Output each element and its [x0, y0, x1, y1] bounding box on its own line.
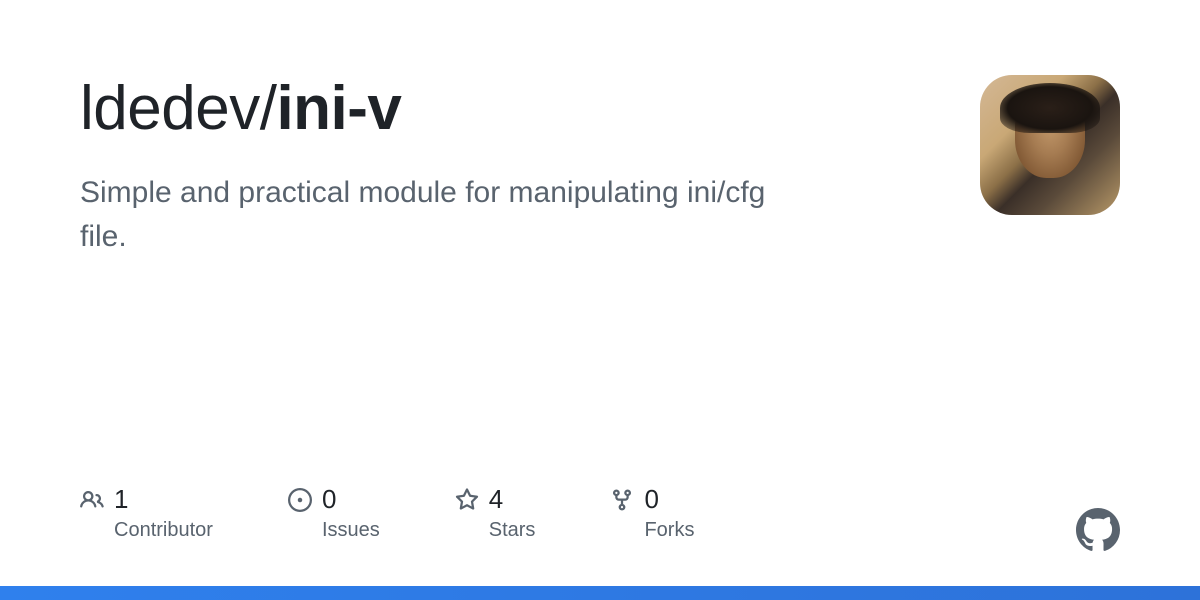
star-icon — [455, 488, 479, 512]
fork-icon — [610, 488, 634, 512]
avatar — [980, 75, 1120, 215]
stats-row: 1 Contributor 0 Issues 4 Stars — [80, 484, 694, 542]
issue-icon — [288, 488, 312, 512]
repo-owner: ldedev — [80, 74, 260, 143]
social-card: ldedev/ini-v Simple and practical module… — [0, 0, 1200, 600]
stat-stars: 4 Stars — [455, 484, 536, 542]
stat-issues: 0 Issues — [288, 484, 380, 542]
people-icon — [80, 488, 104, 512]
header: ldedev/ini-v Simple and practical module… — [80, 75, 1120, 258]
stat-count: 4 — [489, 484, 503, 515]
stat-contributors: 1 Contributor — [80, 484, 213, 542]
stat-label: Contributor — [80, 519, 213, 542]
accent-bar — [0, 586, 1200, 600]
stat-count: 0 — [644, 484, 658, 515]
github-logo-icon — [1076, 508, 1120, 552]
repo-title: ldedev/ini-v — [80, 75, 940, 143]
stat-label: Forks — [610, 519, 694, 542]
stat-label: Issues — [288, 519, 380, 542]
stat-count: 0 — [322, 484, 336, 515]
repo-description: Simple and practical module for manipula… — [80, 171, 800, 258]
title-separator: / — [260, 74, 277, 143]
repo-name: ini-v — [276, 74, 401, 143]
stat-forks: 0 Forks — [610, 484, 694, 542]
title-section: ldedev/ini-v Simple and practical module… — [80, 75, 980, 258]
stat-label: Stars — [455, 519, 536, 542]
stat-count: 1 — [114, 484, 128, 515]
